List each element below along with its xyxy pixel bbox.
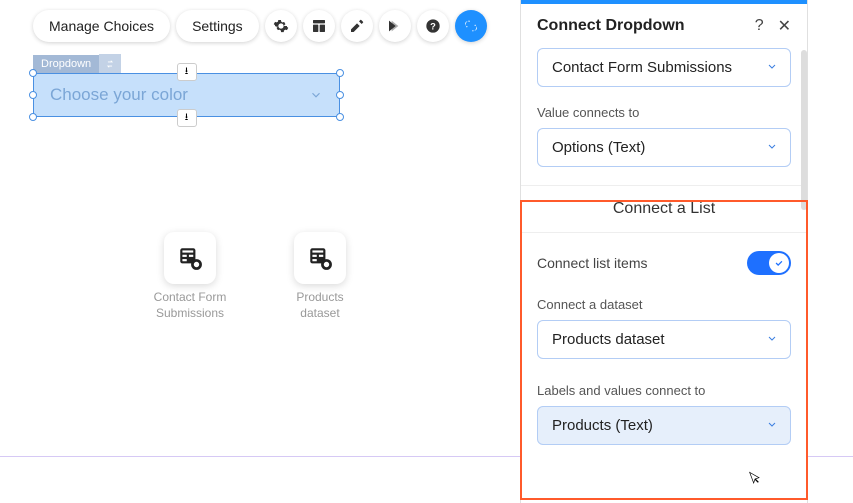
panel-scrollbar[interactable] <box>801 50 807 210</box>
select-value: Options (Text) <box>552 139 645 156</box>
chevron-down-icon <box>766 417 778 434</box>
resize-handle[interactable] <box>336 113 344 121</box>
toolbar: Manage Choices Settings ? <box>33 10 487 42</box>
chevron-down-icon <box>766 331 778 348</box>
gear-icon[interactable] <box>265 10 297 42</box>
connect-dataset-select[interactable]: Products dataset <box>537 320 791 359</box>
connect-dataset-label: Connect a dataset <box>537 297 791 312</box>
dropdown-placeholder: Choose your color <box>50 85 188 105</box>
labels-values-select[interactable]: Products (Text) <box>537 406 791 445</box>
svg-text:?: ? <box>430 21 436 31</box>
dataset-label: Productsdataset <box>296 290 343 321</box>
design-icon[interactable] <box>341 10 373 42</box>
value-connects-select[interactable]: Options (Text) <box>537 128 791 167</box>
drag-handle[interactable]: ⭳ <box>177 109 197 127</box>
connect-list-header: Connect a List <box>521 185 807 233</box>
resize-handle[interactable] <box>29 91 37 99</box>
dataset-label: Contact FormSubmissions <box>154 290 227 321</box>
settings-button[interactable]: Settings <box>176 10 259 42</box>
help-icon[interactable]: ? <box>755 17 764 35</box>
dataset-contact-form[interactable]: Contact FormSubmissions <box>140 232 240 321</box>
chevron-down-icon <box>309 88 323 102</box>
panel-header: Connect Dropdown ? ✕ <box>521 4 807 48</box>
connect-panel: Connect Dropdown ? ✕ Contact Form Submis… <box>520 0 808 503</box>
dropdown-element[interactable]: Choose your color ⭳ ⭳ <box>33 73 340 117</box>
cursor-icon <box>747 469 763 489</box>
resize-handle[interactable] <box>336 91 344 99</box>
element-tag-label: Dropdown <box>33 55 99 73</box>
dataset-primary-select[interactable]: Contact Form Submissions <box>537 48 791 87</box>
dataset-products[interactable]: Productsdataset <box>270 232 370 321</box>
data-connect-icon[interactable] <box>455 10 487 42</box>
connect-list-items-toggle[interactable] <box>747 251 791 275</box>
connect-list-items-label: Connect list items <box>537 255 647 271</box>
chevron-down-icon <box>766 59 778 76</box>
resize-handle[interactable] <box>29 113 37 121</box>
layout-icon[interactable] <box>303 10 335 42</box>
element-tag-swap-icon[interactable] <box>99 54 121 73</box>
resize-handle[interactable] <box>336 69 344 77</box>
labels-values-label: Labels and values connect to <box>537 383 791 398</box>
drag-handle[interactable]: ⭳ <box>177 63 197 81</box>
panel-title: Connect Dropdown <box>537 17 685 35</box>
canvas-datasets: Contact FormSubmissions Productsdataset <box>140 232 370 321</box>
chevron-down-icon <box>766 139 778 156</box>
resize-handle[interactable] <box>29 69 37 77</box>
animation-icon[interactable] <box>379 10 411 42</box>
select-value: Products (Text) <box>552 417 653 434</box>
select-value: Contact Form Submissions <box>552 59 732 76</box>
manage-choices-button[interactable]: Manage Choices <box>33 10 170 42</box>
help-icon[interactable]: ? <box>417 10 449 42</box>
select-value: Products dataset <box>552 331 665 348</box>
element-tag: Dropdown <box>33 54 121 73</box>
value-connects-label: Value connects to <box>537 105 791 120</box>
close-icon[interactable]: ✕ <box>778 16 791 36</box>
